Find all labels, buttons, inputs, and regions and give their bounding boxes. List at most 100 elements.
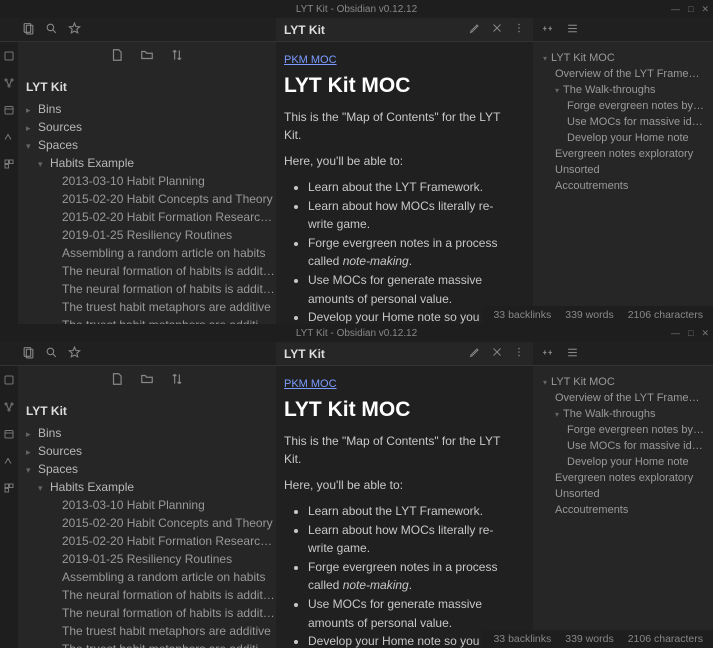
graph-icon[interactable] xyxy=(3,77,15,92)
status-words: 339 words xyxy=(565,309,613,321)
more-icon[interactable] xyxy=(513,346,525,361)
close-tab-icon[interactable] xyxy=(491,22,503,37)
quick-switcher-icon[interactable] xyxy=(3,50,15,65)
file-item[interactable]: The truest habit metaphors are additive … xyxy=(18,316,276,324)
daily-note-icon[interactable] xyxy=(3,428,15,443)
file-item[interactable]: The truest habit metaphors are additive xyxy=(18,622,276,640)
ribbon xyxy=(0,366,18,648)
window-close-icon[interactable]: ✕ xyxy=(701,328,709,339)
outline-item[interactable]: Evergreen notes exploratory xyxy=(539,146,707,162)
outline-item[interactable]: Accoutrements xyxy=(539,178,707,194)
command-icon[interactable] xyxy=(3,131,15,146)
file-item[interactable]: The truest habit metaphors are additive xyxy=(18,298,276,316)
breadcrumb-link[interactable]: PKM MOC xyxy=(284,54,337,66)
folder-sources[interactable]: Sources xyxy=(18,118,276,136)
folder-bins[interactable]: Bins xyxy=(18,424,276,442)
folder-sources[interactable]: Sources xyxy=(18,442,276,460)
folder-habits[interactable]: Habits Example xyxy=(18,154,276,172)
close-tab-icon[interactable] xyxy=(491,346,503,361)
folder-spaces[interactable]: Spaces xyxy=(18,136,276,154)
new-folder-icon[interactable] xyxy=(140,48,154,65)
window-close-icon[interactable]: ✕ xyxy=(701,4,709,15)
outline-item[interactable]: Forge evergreen notes by note-making xyxy=(539,422,707,438)
file-item[interactable]: Assembling a random article on habits xyxy=(18,244,276,262)
star-icon[interactable] xyxy=(68,22,81,38)
edit-icon[interactable] xyxy=(469,346,481,361)
list-item: Learn about how MOCs literally re-write … xyxy=(308,521,517,558)
status-chars: 2106 characters xyxy=(628,309,703,321)
folder-habits[interactable]: Habits Example xyxy=(18,478,276,496)
file-item[interactable]: 2015-02-20 Habit Concepts and Theory xyxy=(18,514,276,532)
list-item: Learn about the LYT Framework. xyxy=(308,502,517,521)
file-item[interactable]: The neural formation of habits is additi… xyxy=(18,262,276,280)
outline-item[interactable]: LYT Kit MOC xyxy=(539,374,707,390)
file-item[interactable]: 2019-01-25 Resiliency Routines xyxy=(18,226,276,244)
edit-icon[interactable] xyxy=(469,22,481,37)
daily-note-icon[interactable] xyxy=(3,104,15,119)
outline-pane: LYT Kit MOC Overview of the LYT Framewor… xyxy=(533,42,713,324)
paragraph: This is the "Map of Contents" for the LY… xyxy=(284,432,517,468)
outline-item[interactable]: LYT Kit MOC xyxy=(539,50,707,66)
vault-name[interactable]: LYT Kit xyxy=(18,78,276,96)
new-folder-icon[interactable] xyxy=(140,372,154,389)
outline-item[interactable]: Unsorted xyxy=(539,486,707,502)
list-item: Learn about how MOCs literally re-write … xyxy=(308,197,517,234)
outline-item[interactable]: Develop your Home note xyxy=(539,130,707,146)
window-min-icon[interactable]: — xyxy=(671,328,680,339)
folder-spaces[interactable]: Spaces xyxy=(18,460,276,478)
window-min-icon[interactable]: — xyxy=(671,4,680,15)
star-icon[interactable] xyxy=(68,346,81,362)
new-note-icon[interactable] xyxy=(110,48,124,65)
sort-icon[interactable] xyxy=(170,372,184,389)
status-backlinks[interactable]: 33 backlinks xyxy=(493,633,551,645)
status-backlinks[interactable]: 33 backlinks xyxy=(493,309,551,321)
file-item[interactable]: The neural formation of habits is additi… xyxy=(18,586,276,604)
window-max-icon[interactable]: □ xyxy=(688,4,693,15)
graph-icon[interactable] xyxy=(3,401,15,416)
page-title: LYT Kit MOC xyxy=(284,74,517,98)
outline-icon[interactable] xyxy=(566,346,579,362)
outline-item[interactable]: Use MOCs for massive ideation xyxy=(539,114,707,130)
template-icon[interactable] xyxy=(3,158,15,173)
outline-item[interactable]: Overview of the LYT Framework xyxy=(539,66,707,82)
outline-item[interactable]: Use MOCs for massive ideation xyxy=(539,438,707,454)
vault-name[interactable]: LYT Kit xyxy=(18,402,276,420)
link-icon[interactable] xyxy=(541,22,554,38)
command-icon[interactable] xyxy=(3,455,15,470)
breadcrumb-link[interactable]: PKM MOC xyxy=(284,378,337,390)
file-item[interactable]: 2015-02-20 Habit Formation Research Arti… xyxy=(18,532,276,550)
outline-item[interactable]: Forge evergreen notes by note-making xyxy=(539,98,707,114)
file-item[interactable]: 2013-03-10 Habit Planning xyxy=(18,496,276,514)
outline-item[interactable]: Unsorted xyxy=(539,162,707,178)
outline-item[interactable]: Develop your Home note xyxy=(539,454,707,470)
quick-switcher-icon[interactable] xyxy=(3,374,15,389)
outline-item[interactable]: The Walk-throughs xyxy=(539,82,707,98)
link-icon[interactable] xyxy=(541,346,554,362)
file-item[interactable]: 2015-02-20 Habit Concepts and Theory xyxy=(18,190,276,208)
more-icon[interactable] xyxy=(513,22,525,37)
file-item[interactable]: The neural formation of habits is additi… xyxy=(18,280,276,298)
template-icon[interactable] xyxy=(3,482,15,497)
search-icon[interactable] xyxy=(45,22,58,38)
outline-item[interactable]: Evergreen notes exploratory xyxy=(539,470,707,486)
editor-pane: PKM MOC LYT Kit MOC This is the "Map of … xyxy=(276,42,533,324)
file-item[interactable]: 2013-03-10 Habit Planning xyxy=(18,172,276,190)
outline-item[interactable]: The Walk-throughs xyxy=(539,406,707,422)
file-item[interactable]: The truest habit metaphors are additive … xyxy=(18,640,276,648)
files-icon[interactable] xyxy=(22,22,35,38)
paragraph: Here, you'll be able to: xyxy=(284,152,517,170)
file-item[interactable]: The neural formation of habits is additi… xyxy=(18,604,276,622)
search-icon[interactable] xyxy=(45,346,58,362)
sort-icon[interactable] xyxy=(170,48,184,65)
outline-item[interactable]: Overview of the LYT Framework xyxy=(539,390,707,406)
new-note-icon[interactable] xyxy=(110,372,124,389)
file-item[interactable]: Assembling a random article on habits xyxy=(18,568,276,586)
files-icon[interactable] xyxy=(22,346,35,362)
folder-bins[interactable]: Bins xyxy=(18,100,276,118)
outline-item[interactable]: Accoutrements xyxy=(539,502,707,518)
file-item[interactable]: 2015-02-20 Habit Formation Research Arti… xyxy=(18,208,276,226)
outline-icon[interactable] xyxy=(566,22,579,38)
window-max-icon[interactable]: □ xyxy=(688,328,693,339)
file-item[interactable]: 2019-01-25 Resiliency Routines xyxy=(18,550,276,568)
tab-title: LYT Kit xyxy=(284,347,469,361)
